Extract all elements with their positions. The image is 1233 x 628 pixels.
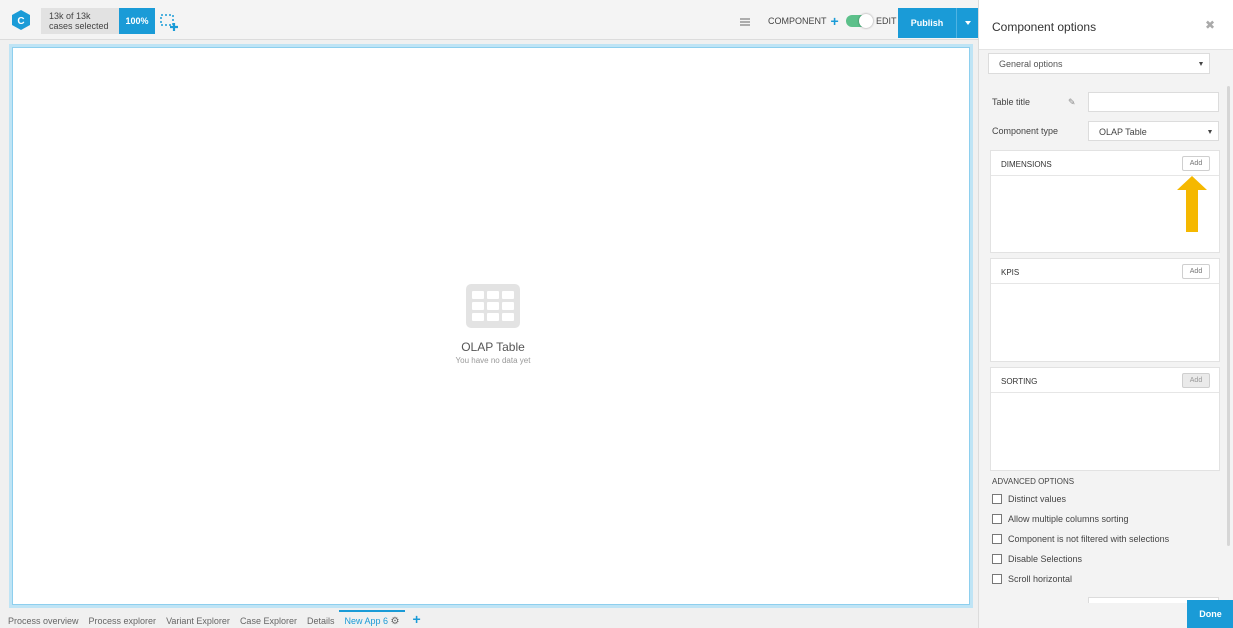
panel-header: Component options ✖ [979, 0, 1233, 50]
add-selection-icon[interactable] [160, 14, 180, 32]
multi-column-sorting-label: Allow multiple columns sorting [1008, 514, 1129, 524]
not-filtered-option[interactable]: Component is not filtered with selection… [992, 534, 1169, 544]
kpis-title: KPIS [1001, 268, 1020, 277]
table-title-label: Table title [992, 97, 1031, 107]
tab-process-overview[interactable]: Process overview [0, 610, 84, 628]
distinct-values-label: Distinct values [1008, 494, 1067, 504]
pencil-icon: ✎ [1068, 97, 1076, 107]
selection-count-text: 13k of 13k [49, 11, 91, 21]
empty-component-placeholder: OLAP Table You have no data yet [433, 284, 553, 365]
app-root: C 13k of 13k cases selected 100% COMPONE… [0, 0, 1233, 628]
placeholder-title: OLAP Table [461, 340, 525, 354]
panel-title: Component options [992, 20, 1097, 34]
edit-mode-label: EDIT [876, 16, 897, 26]
placeholder-subtitle: You have no data yet [455, 356, 531, 365]
plus-icon: + [830, 13, 839, 29]
options-category-select[interactable]: General options [988, 53, 1210, 74]
options-category-value: General options [999, 59, 1063, 69]
table-title-input[interactable] [1088, 92, 1219, 112]
disable-selections-checkbox[interactable] [992, 554, 1002, 564]
tab-process-explorer[interactable]: Process explorer [84, 610, 162, 628]
advanced-options-title: ADVANCED OPTIONS [992, 477, 1075, 486]
scroll-horizontal-label: Scroll horizontal [1008, 574, 1073, 584]
publish-options-button[interactable] [956, 8, 978, 38]
scroll-horizontal-option[interactable]: Scroll horizontal [992, 574, 1072, 584]
menu-icon[interactable] [740, 18, 750, 26]
panel-scrollbar[interactable] [1227, 86, 1230, 546]
chevron-down-icon [1199, 62, 1203, 66]
add-kpi-button[interactable]: Add [1182, 264, 1210, 279]
edit-mode-toggle[interactable] [846, 14, 873, 28]
disable-selections-label: Disable Selections [1008, 554, 1083, 564]
tab-details[interactable]: Details [302, 610, 340, 628]
sorting-section: SORTING Add [990, 367, 1220, 471]
tab-variant-explorer[interactable]: Variant Explorer [161, 610, 235, 628]
add-dimension-button[interactable]: Add [1182, 156, 1210, 171]
done-button[interactable]: Done [1187, 600, 1233, 628]
close-icon[interactable]: ✖ [1205, 18, 1215, 32]
add-component-label: COMPONENT [768, 16, 827, 26]
tab-case-explorer[interactable]: Case Explorer [235, 610, 302, 628]
add-sorting-button[interactable]: Add [1182, 373, 1210, 388]
multi-column-sorting-checkbox[interactable] [992, 514, 1002, 524]
selection-percent-badge: 100% [119, 8, 155, 34]
sorting-title: SORTING [1001, 377, 1038, 386]
distinct-values-checkbox[interactable] [992, 494, 1002, 504]
add-component-button[interactable]: COMPONENT + [768, 13, 839, 29]
tab-new-app-6-label: New App 6 [344, 616, 389, 626]
table-icon [466, 284, 520, 328]
publish-button[interactable]: Publish [898, 8, 956, 38]
scroll-horizontal-checkbox[interactable] [992, 574, 1002, 584]
chevron-down-icon [1208, 130, 1212, 134]
disable-selections-option[interactable]: Disable Selections [992, 554, 1082, 564]
selection-count-subtext: cases selected [49, 21, 109, 31]
arrow-up-icon [1177, 176, 1207, 232]
not-filtered-label: Component is not filtered with selection… [1008, 534, 1170, 544]
dimensions-title: DIMENSIONS [1001, 160, 1052, 169]
toggle-knob [859, 14, 873, 28]
tab-new-app-6[interactable]: New App 6 ⚙ [339, 610, 405, 628]
not-filtered-checkbox[interactable] [992, 534, 1002, 544]
component-options-panel: Component options ✖ General options Tabl… [978, 0, 1233, 628]
add-sheet-button[interactable]: + [405, 610, 429, 628]
distinct-values-option[interactable]: Distinct values [992, 494, 1066, 504]
component-type-label: Component type [992, 126, 1059, 136]
multi-column-sorting-option[interactable]: Allow multiple columns sorting [992, 514, 1129, 524]
component-canvas[interactable]: OLAP Table You have no data yet [9, 44, 973, 608]
selection-summary[interactable]: 13k of 13k cases selected [41, 8, 119, 34]
celonis-logo-icon[interactable]: C [10, 9, 32, 31]
top-toolbar: C 13k of 13k cases selected 100% COMPONE… [0, 0, 978, 40]
kpis-section: KPIS Add [990, 258, 1220, 362]
component-type-select[interactable]: OLAP Table [1088, 121, 1219, 141]
svg-text:C: C [17, 16, 24, 27]
sheet-tabs: Process overview Process explorer Varian… [0, 610, 978, 628]
component-type-value: OLAP Table [1099, 127, 1147, 137]
chevron-down-icon [964, 21, 971, 25]
gear-icon[interactable]: ⚙ [391, 616, 400, 627]
